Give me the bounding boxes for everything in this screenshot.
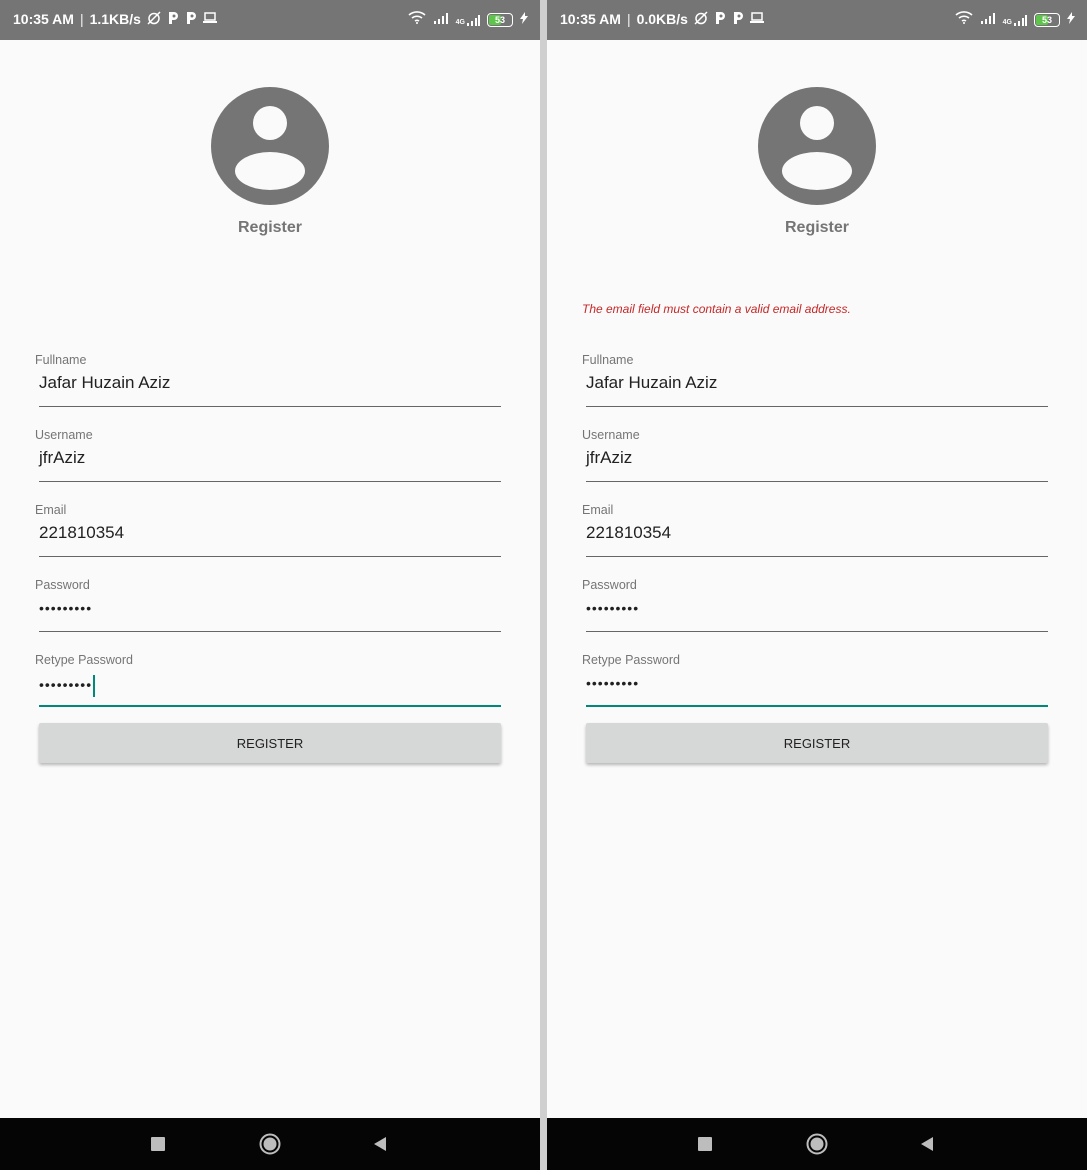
recents-icon[interactable] <box>140 1118 176 1170</box>
wifi-icon <box>408 10 426 29</box>
status-time: 10:35 AM <box>13 11 74 27</box>
charging-icon <box>1067 11 1075 29</box>
navigation-bar <box>547 1118 1087 1170</box>
username-label: Username <box>35 428 93 442</box>
alarm-off-icon <box>694 11 708 27</box>
network-type: 4G <box>1002 18 1012 26</box>
status-bar: 10:35 AM | 1.1KB/s 4G 53 <box>0 0 540 40</box>
parking-icon <box>732 11 744 27</box>
retype-password-value: ••••••••• <box>39 676 93 693</box>
status-separator: | <box>626 11 631 27</box>
laptop-icon <box>202 12 217 26</box>
username-field[interactable]: jfrAziz <box>39 442 501 482</box>
page-title: Register <box>784 219 850 236</box>
parking-icon <box>185 11 197 27</box>
username-field[interactable]: jfrAziz <box>586 442 1048 482</box>
charging-icon <box>520 11 528 29</box>
email-label: Email <box>582 503 614 517</box>
password-label: Password <box>582 578 637 592</box>
network-speed: 0.0KB/s <box>636 11 688 27</box>
home-icon[interactable] <box>252 1118 288 1170</box>
back-icon[interactable] <box>909 1118 945 1170</box>
register-screen-left: 10:35 AM | 1.1KB/s 4G 53 Register Fullna… <box>0 0 540 1170</box>
email-field[interactable]: 221810354 <box>586 517 1048 557</box>
register-button[interactable]: REGISTER <box>586 723 1048 763</box>
email-label: Email <box>35 503 67 517</box>
signal-icon <box>980 11 996 29</box>
laptop-icon <box>749 12 764 26</box>
avatar-icon <box>211 87 329 205</box>
alarm-off-icon <box>147 11 161 27</box>
network-speed: 1.1KB/s <box>89 11 141 27</box>
text-caret <box>93 675 96 697</box>
fullname-label: Fullname <box>35 353 87 367</box>
status-bar: 10:35 AM | 0.0KB/s 4G 53 <box>547 0 1087 40</box>
signal-4g-icon: 4G <box>1003 14 1027 26</box>
email-error-message: The email field must contain a valid ema… <box>582 302 851 316</box>
avatar-icon <box>758 87 876 205</box>
retype-password-field[interactable]: ••••••••• <box>39 667 501 707</box>
status-time: 10:35 AM <box>560 11 621 27</box>
page-title: Register <box>237 219 303 236</box>
signal-4g-icon: 4G <box>456 14 480 26</box>
home-icon[interactable] <box>799 1118 835 1170</box>
register-button[interactable]: REGISTER <box>39 723 501 763</box>
recents-icon[interactable] <box>687 1118 723 1170</box>
status-separator: | <box>79 11 84 27</box>
fullname-label: Fullname <box>582 353 634 367</box>
network-type: 4G <box>455 18 465 26</box>
fullname-field[interactable]: Jafar Huzain Aziz <box>39 367 501 407</box>
wifi-icon <box>955 10 973 29</box>
battery-icon: 53 <box>487 12 513 27</box>
battery-level: 53 <box>1041 14 1052 25</box>
navigation-bar <box>0 1118 540 1170</box>
battery-level: 53 <box>494 14 505 25</box>
retype-password-label: Retype Password <box>582 653 680 667</box>
register-screen-right: 10:35 AM | 0.0KB/s 4G 53 Register The em… <box>547 0 1087 1170</box>
password-field[interactable]: ••••••••• <box>586 592 1048 632</box>
parking-icon <box>167 11 179 27</box>
parking-icon <box>714 11 726 27</box>
retype-password-label: Retype Password <box>35 653 133 667</box>
screen-divider <box>540 0 547 1170</box>
signal-icon <box>433 11 449 29</box>
battery-icon: 53 <box>1034 12 1060 27</box>
retype-password-field[interactable]: ••••••••• <box>586 667 1048 707</box>
back-icon[interactable] <box>362 1118 398 1170</box>
password-field[interactable]: ••••••••• <box>39 592 501 632</box>
username-label: Username <box>582 428 640 442</box>
fullname-field[interactable]: Jafar Huzain Aziz <box>586 367 1048 407</box>
password-label: Password <box>35 578 90 592</box>
email-field[interactable]: 221810354 <box>39 517 501 557</box>
